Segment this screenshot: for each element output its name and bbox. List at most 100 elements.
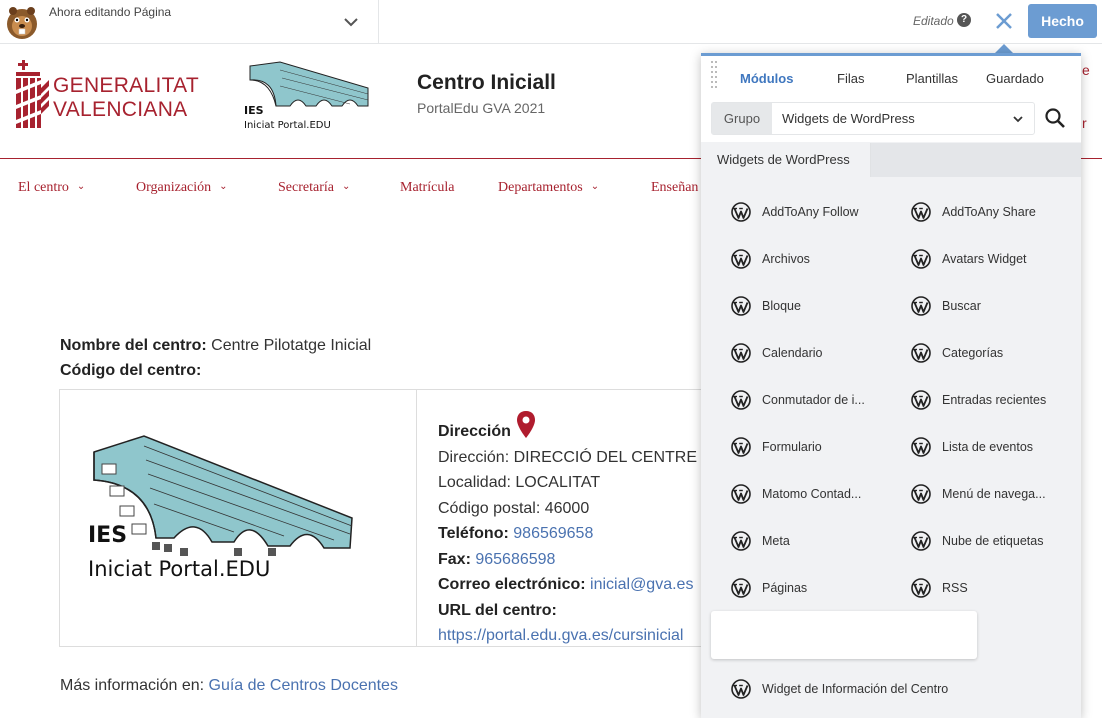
chevron-down-icon bbox=[1013, 116, 1023, 123]
nav-item-secretaria[interactable]: Secretaría ⌄ bbox=[278, 180, 350, 196]
widget-item[interactable]: Widget de Información del Centro bbox=[731, 674, 948, 704]
more-info-link[interactable]: Guía de Centros Docentes bbox=[209, 677, 398, 694]
widget-item[interactable]: Meta bbox=[731, 526, 790, 556]
more-info-label: Más información en: bbox=[60, 677, 205, 694]
widget-item[interactable]: Calendario bbox=[731, 338, 822, 368]
search-icon[interactable] bbox=[1043, 106, 1067, 130]
ies-logo[interactable]: IES Iniciat Portal.EDU bbox=[240, 58, 372, 133]
tab-modulos[interactable]: Módulos bbox=[740, 71, 793, 86]
site-title[interactable]: Centro Iniciall bbox=[417, 71, 556, 95]
widget-item[interactable]: Lista de eventos bbox=[911, 432, 1033, 462]
widget-item-label: Bloque bbox=[762, 299, 801, 313]
widget-item-label: Matomo Contad... bbox=[762, 487, 862, 501]
widget-item-label: RSS bbox=[942, 581, 968, 595]
map-pin-icon bbox=[516, 411, 535, 438]
info-box-divider bbox=[416, 389, 417, 647]
tab-filas[interactable]: Filas bbox=[837, 71, 864, 86]
widget-item[interactable]: Categorías bbox=[911, 338, 1003, 368]
widget-item-label: Entradas recientes bbox=[942, 393, 1047, 407]
phone-link[interactable]: 986569658 bbox=[513, 525, 593, 542]
widget-item[interactable]: Nube de etiquetas bbox=[911, 526, 1043, 556]
drag-handle-icon[interactable] bbox=[711, 61, 719, 91]
edited-status: Editado bbox=[913, 14, 954, 28]
wordpress-icon bbox=[911, 390, 931, 410]
wordpress-icon bbox=[911, 249, 931, 269]
nav-item-label: Secretaría bbox=[278, 180, 334, 195]
group-select[interactable]: Grupo Widgets de WordPress bbox=[711, 102, 1035, 135]
nav-item-matricula[interactable]: Matrícula bbox=[400, 180, 454, 196]
widget-item[interactable]: RSS bbox=[911, 573, 968, 603]
ies-large-logo: IES Iniciat Portal.EDU bbox=[88, 435, 353, 581]
help-icon[interactable]: ? bbox=[957, 13, 971, 27]
widget-item[interactable]: Formulario bbox=[731, 432, 822, 462]
widget-item[interactable]: Archivos bbox=[731, 244, 810, 274]
widget-item-label: Archivos bbox=[762, 252, 810, 266]
nav-item-el-centro[interactable]: El centro ⌄ bbox=[18, 180, 85, 196]
close-icon[interactable] bbox=[992, 9, 1016, 33]
chevron-down-icon: ⌄ bbox=[341, 181, 351, 192]
widget-item[interactable]: AddToAny Share bbox=[911, 197, 1036, 227]
widget-item[interactable]: Menú de navega... bbox=[911, 479, 1046, 509]
generalitat-wordmark: GENERALITAT VALENCIANA bbox=[53, 74, 199, 122]
wordpress-icon bbox=[731, 679, 751, 699]
postal-code-line: Código postal: 46000 bbox=[438, 499, 590, 517]
center-contact-info: Dirección Dirección: DIRECCIÓ DEL CENTRE… bbox=[438, 410, 697, 649]
wordpress-icon bbox=[911, 484, 931, 504]
chevron-down-icon[interactable] bbox=[340, 12, 362, 32]
tab-guardado[interactable]: Guardado bbox=[986, 71, 1044, 86]
address-line: Dirección: DIRECCIÓ DEL CENTRE bbox=[438, 448, 698, 466]
nav-item-organizacion[interactable]: Organización ⌄ bbox=[136, 180, 228, 196]
section-tab-widgets[interactable]: Widgets de WordPress bbox=[704, 143, 871, 177]
nav-item-departamentos[interactable]: Departamentos ⌄ bbox=[498, 180, 599, 196]
widget-item-label: AddToAny Follow bbox=[762, 205, 859, 219]
widget-item[interactable]: Bloque bbox=[731, 291, 801, 321]
wordpress-icon bbox=[731, 531, 751, 551]
widget-item[interactable]: Matomo Contad... bbox=[731, 479, 861, 509]
beaver-logo-icon[interactable] bbox=[2, 2, 42, 42]
widget-item-label: Conmutador de i... bbox=[762, 393, 865, 407]
panel-pointer bbox=[995, 44, 1013, 53]
widget-item-label: Páginas bbox=[762, 581, 808, 595]
chevron-down-icon: ⌄ bbox=[76, 181, 86, 192]
widget-item[interactable]: Avatars Widget bbox=[911, 244, 1027, 274]
fax-link[interactable]: 965686598 bbox=[475, 551, 555, 568]
fax-label: Fax: bbox=[438, 550, 471, 568]
large-logo-text-1: IES bbox=[88, 523, 127, 548]
widget-item[interactable]: Buscar bbox=[911, 291, 981, 321]
wordpress-icon bbox=[731, 484, 751, 504]
tab-plantillas[interactable]: Plantillas bbox=[906, 71, 958, 86]
wordpress-icon bbox=[731, 296, 751, 316]
wordpress-icon bbox=[911, 578, 931, 598]
done-button[interactable]: Hecho bbox=[1028, 4, 1097, 38]
ies-logo-text-2: Iniciat Portal.EDU bbox=[244, 120, 331, 131]
widget-item[interactable]: AddToAny Follow bbox=[731, 197, 859, 227]
widget-item-label: Meta bbox=[762, 534, 790, 548]
wordpress-icon bbox=[731, 578, 751, 598]
wordpress-icon bbox=[911, 202, 931, 222]
url-link[interactable]: https://portal.edu.gva.es/cursinicial bbox=[438, 627, 683, 644]
wordpress-icon bbox=[731, 390, 751, 410]
wordpress-icon bbox=[731, 202, 751, 222]
nav-item-ensenanzas[interactable]: Enseñan bbox=[651, 180, 698, 196]
builder-top-bar: Ahora editando Página Editado ? Hecho bbox=[0, 0, 1102, 44]
url-value-line: https://portal.edu.gva.es/cursinicial bbox=[438, 623, 697, 649]
header-right-edge-1: e bbox=[1082, 62, 1090, 78]
widget-item[interactable]: Páginas bbox=[731, 573, 807, 603]
email-link[interactable]: inicial@gva.es bbox=[590, 576, 693, 593]
chevron-down-icon: ⌄ bbox=[219, 181, 228, 192]
nav-item-label: Matrícula bbox=[400, 180, 455, 195]
ies-logo-text-1: IES bbox=[244, 104, 264, 117]
widget-item-label: Avatars Widget bbox=[942, 252, 1027, 266]
widget-item-label: Buscar bbox=[942, 299, 981, 313]
widget-item[interactable]: Entradas recientes bbox=[911, 385, 1046, 415]
widget-item-label: Categorías bbox=[942, 346, 1004, 360]
widget-item[interactable]: Conmutador de i... bbox=[731, 385, 865, 415]
wordpress-icon bbox=[911, 437, 931, 457]
phone-line: Teléfono: 986569658 bbox=[438, 521, 697, 547]
wordpress-icon bbox=[911, 531, 931, 551]
nav-item-label: Organización bbox=[136, 180, 212, 195]
address-heading: Dirección bbox=[438, 423, 511, 440]
center-name-label: Nombre del centro: bbox=[60, 337, 207, 354]
locality-line: Localidad: LOCALITAT bbox=[438, 474, 601, 491]
widget-item-label: Calendario bbox=[762, 346, 823, 360]
